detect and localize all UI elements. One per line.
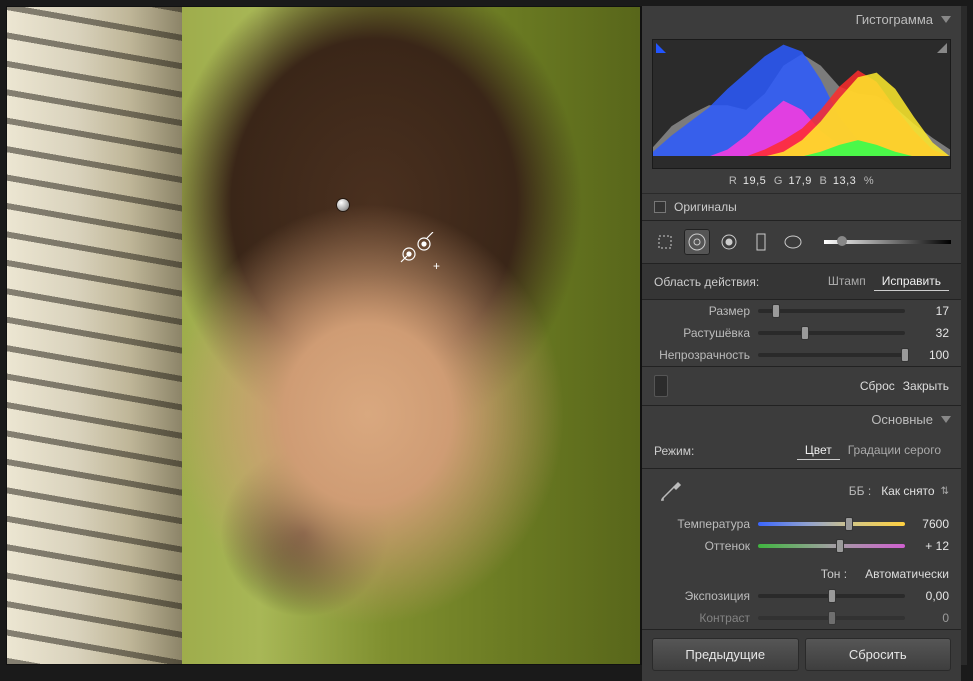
opacity-value: 100: [913, 348, 949, 362]
size-label: Размер: [654, 304, 750, 318]
histogram-chart[interactable]: [652, 39, 951, 169]
collapse-icon: [941, 16, 951, 23]
reset-all-button[interactable]: Сбросить: [805, 638, 952, 671]
rgb-readout: R 19,5 G 17,9 B 13,3 %: [642, 173, 961, 193]
exposure-mini-slider[interactable]: [824, 240, 951, 244]
spot-close-button[interactable]: Закрыть: [903, 379, 949, 393]
spot-area-label: Область действия:: [654, 275, 759, 289]
slider-knob[interactable]: [837, 236, 847, 246]
spot-mode-seg: Штамп Исправить: [820, 272, 949, 291]
tone-header: Тон : Автоматически: [642, 557, 961, 585]
treatment-bw[interactable]: Градации серого: [840, 441, 949, 460]
histogram-title: Гистограмма: [856, 12, 933, 27]
feather-slider[interactable]: Растушёвка 32: [642, 322, 961, 344]
opacity-label: Непрозрачность: [654, 348, 750, 362]
pin-visibility-toggle[interactable]: [654, 375, 668, 397]
basic-header[interactable]: Основные: [642, 405, 961, 433]
exposure-value: 0,00: [913, 589, 949, 603]
tint-label: Оттенок: [654, 539, 750, 553]
contrast-value: 0: [913, 611, 949, 625]
panel-footer: Предыдущие Сбросить: [642, 629, 961, 681]
temp-label: Температура: [654, 517, 750, 531]
originals-row[interactable]: Оригиналы: [642, 193, 961, 220]
wb-dropper-icon[interactable]: [654, 477, 688, 505]
temp-slider[interactable]: Температура 7600: [642, 513, 961, 535]
exposure-label: Экспозиция: [654, 589, 750, 603]
toolstrip: [642, 221, 961, 264]
feather-value: 32: [913, 326, 949, 340]
spot-mode-row: Область действия: Штамп Исправить: [642, 264, 961, 300]
gradient-tool-icon[interactable]: [748, 229, 774, 255]
contrast-label: Контраст: [654, 611, 750, 625]
treatment-row: Режим: Цвет Градации серого: [642, 433, 961, 469]
spot-pin[interactable]: [337, 199, 349, 211]
caret-updown-icon: ⇅: [941, 486, 949, 497]
contrast-slider[interactable]: Контраст 0: [642, 607, 961, 629]
app-frame: + Гистограмма R 19,5 G 17,9 B 13,3 %: [0, 0, 973, 671]
opacity-slider[interactable]: Непрозрачность 100: [642, 344, 961, 366]
feather-label: Растушёвка: [654, 326, 750, 340]
mode-heal[interactable]: Исправить: [874, 272, 949, 291]
previous-button[interactable]: Предыдущие: [652, 638, 799, 671]
radial-tool-icon[interactable]: [780, 229, 806, 255]
collapse-icon: [941, 416, 951, 423]
temp-value: 7600: [913, 517, 949, 531]
spot-footer: Сброс Закрыть: [642, 366, 961, 405]
exposure-slider[interactable]: Экспозиция 0,00: [642, 585, 961, 607]
wb-row: ББ : Как снято ⇅: [642, 469, 961, 513]
histogram-section: Гистограмма R 19,5 G 17,9 B 13,3 % Ориги…: [642, 6, 961, 221]
tone-label: Тон :: [821, 567, 847, 581]
auto-tone-button[interactable]: Автоматически: [865, 567, 949, 581]
histogram-header[interactable]: Гистограмма: [642, 6, 961, 33]
wb-label: ББ :: [849, 484, 871, 498]
mode-clone[interactable]: Штамп: [820, 272, 874, 291]
crop-tool-icon[interactable]: [652, 229, 678, 255]
treatment-color[interactable]: Цвет: [797, 441, 840, 460]
right-panel: Гистограмма R 19,5 G 17,9 B 13,3 % Ориги…: [641, 6, 961, 665]
redeye-tool-icon[interactable]: [716, 229, 742, 255]
treatment-label: Режим:: [654, 444, 694, 458]
tint-value: + 12: [913, 539, 949, 553]
image-canvas[interactable]: +: [6, 6, 641, 665]
size-value: 17: [913, 304, 949, 318]
panel-scrollbar[interactable]: [961, 6, 967, 665]
size-slider[interactable]: Размер 17: [642, 300, 961, 322]
spot-reset-button[interactable]: Сброс: [860, 379, 895, 393]
photo-birch: [7, 7, 182, 664]
spot-tool-icon[interactable]: [684, 229, 710, 255]
tint-slider[interactable]: Оттенок + 12: [642, 535, 961, 557]
wb-preset-dropdown[interactable]: Как снято ⇅: [881, 484, 949, 498]
basic-title: Основные: [871, 412, 933, 427]
originals-label: Оригиналы: [674, 200, 737, 214]
originals-checkbox[interactable]: [654, 201, 666, 213]
